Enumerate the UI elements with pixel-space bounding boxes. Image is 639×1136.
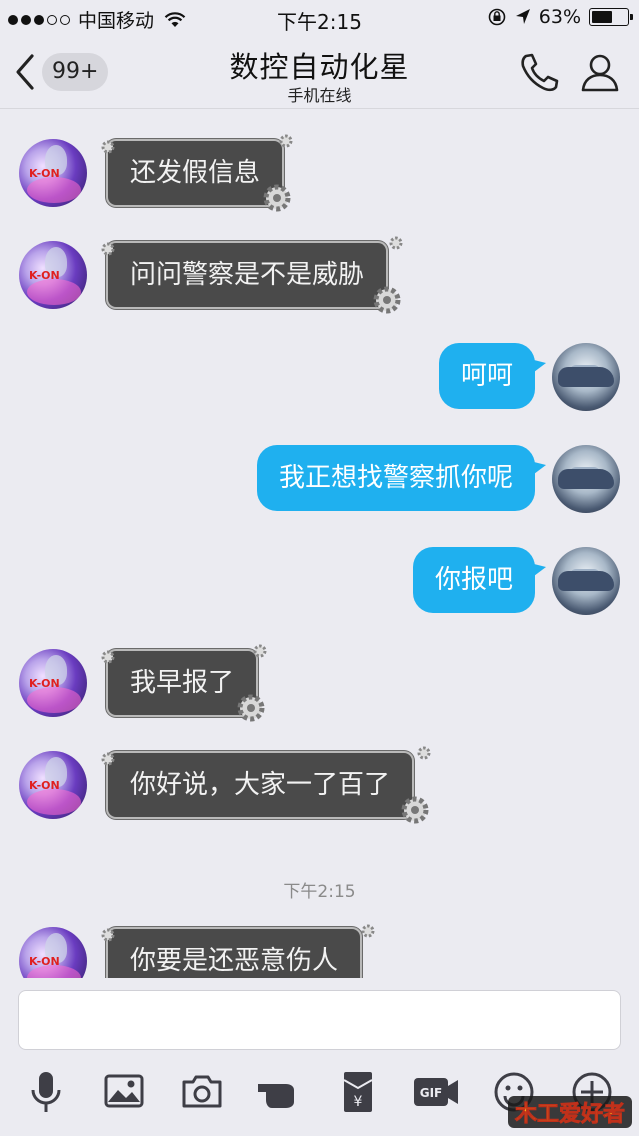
bubble-gear-icon bbox=[373, 286, 401, 314]
my-avatar[interactable] bbox=[552, 445, 620, 513]
bubble-tail bbox=[530, 359, 546, 375]
contact-avatar[interactable]: K-ON bbox=[19, 751, 87, 819]
chat-header: 99+ 数控自动化星 手机在线 bbox=[0, 36, 639, 109]
red-packet-icon[interactable]: ¥ bbox=[332, 1066, 384, 1118]
status-right: 63% bbox=[487, 6, 633, 28]
svg-text:¥: ¥ bbox=[354, 1094, 363, 1110]
message-input[interactable] bbox=[18, 990, 621, 1050]
bubble-gear-small-icon bbox=[389, 236, 403, 250]
bubble-gear-icon bbox=[237, 694, 265, 722]
bubble-gear-small-icon bbox=[101, 928, 115, 942]
message-bubble-sent[interactable]: 你报吧 bbox=[412, 547, 535, 613]
contact-avatar[interactable]: K-ON bbox=[19, 649, 87, 717]
gif-icon[interactable]: GIF bbox=[410, 1066, 462, 1118]
message-bubble-sent[interactable]: 我正想找警察抓你呢 bbox=[256, 445, 535, 511]
svg-text:木工爱好者: 木工爱好者 bbox=[514, 1101, 625, 1127]
battery-percent: 63% bbox=[538, 6, 581, 28]
message-bubble-received[interactable]: 问问警察是不是威胁 bbox=[108, 243, 387, 307]
image-icon[interactable] bbox=[98, 1066, 150, 1118]
bubble-gear-icon bbox=[401, 796, 429, 824]
watermark-logo: 木工爱好者 bbox=[508, 1096, 632, 1128]
poke-icon[interactable] bbox=[254, 1066, 306, 1118]
message-bubble-received[interactable]: 你要是还恶意伤人 bbox=[108, 929, 361, 978]
bubble-gear-small-icon bbox=[101, 650, 115, 664]
contact-avatar[interactable]: K-ON bbox=[19, 927, 87, 978]
my-avatar[interactable] bbox=[552, 547, 620, 615]
contact-avatar[interactable]: K-ON bbox=[19, 139, 87, 207]
bubble-tail bbox=[530, 563, 546, 579]
bubble-gear-small-icon bbox=[101, 752, 115, 766]
profile-icon[interactable] bbox=[578, 50, 622, 94]
message-bubble-sent[interactable]: 呵呵 bbox=[438, 343, 535, 409]
bubble-gear-small-icon bbox=[101, 140, 115, 154]
svg-text:GIF: GIF bbox=[420, 1086, 443, 1100]
location-icon bbox=[515, 9, 530, 24]
battery-icon bbox=[589, 8, 633, 26]
message-list[interactable]: K-ON 还发假信息 K-ON 问问警察是不是威胁 呵呵 我正想找警察抓你呢 你… bbox=[0, 109, 639, 978]
phone-call-icon[interactable] bbox=[517, 50, 561, 94]
bubble-gear-small-icon bbox=[101, 242, 115, 256]
orientation-lock-icon bbox=[488, 8, 506, 26]
bubble-gear-small-icon bbox=[417, 746, 431, 760]
message-bubble-received[interactable]: 你好说，大家一了百了 bbox=[108, 753, 413, 817]
contact-avatar[interactable]: K-ON bbox=[19, 241, 87, 309]
bubble-gear-icon bbox=[263, 184, 291, 212]
camera-icon[interactable] bbox=[176, 1066, 228, 1118]
bubble-tail bbox=[530, 461, 546, 477]
bubble-gear-small-icon bbox=[361, 924, 375, 938]
bubble-gear-small-icon bbox=[279, 134, 293, 148]
message-bubble-received[interactable]: 还发假信息 bbox=[108, 141, 283, 205]
status-bar: 中国移动 下午2:15 63% bbox=[0, 0, 639, 36]
my-avatar[interactable] bbox=[552, 343, 620, 411]
microphone-icon[interactable] bbox=[20, 1066, 72, 1118]
message-timestamp: 下午2:15 bbox=[283, 882, 356, 902]
bubble-gear-small-icon bbox=[253, 644, 267, 658]
